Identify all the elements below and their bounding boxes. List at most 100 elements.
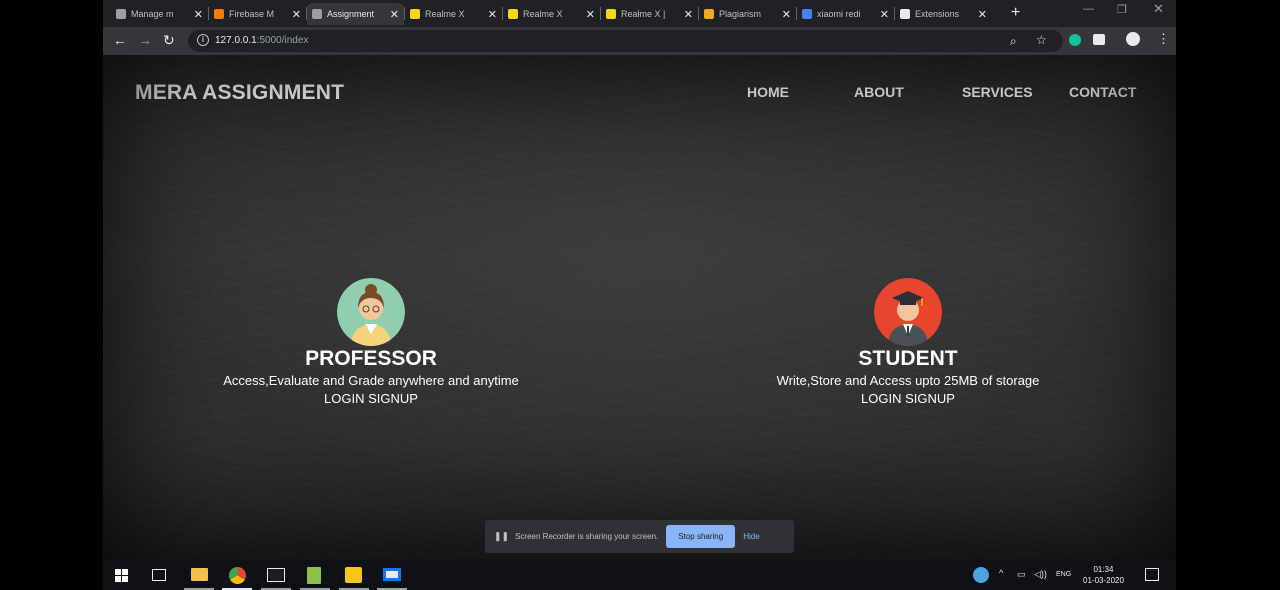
- site-brand[interactable]: MERA ASSIGNMENT: [135, 81, 344, 105]
- tab-close-icon[interactable]: ✕: [978, 8, 987, 21]
- nav-contact[interactable]: CONTACT: [1069, 84, 1136, 100]
- tray-chevron-icon[interactable]: ^: [999, 568, 1003, 578]
- tab-title: Plagiarism: [719, 9, 762, 19]
- tab-title: Extensions: [915, 9, 960, 19]
- student-login-link[interactable]: LOGIN: [861, 391, 901, 406]
- screen-share-bar: ❚❚ Screen Recorder is sharing your scree…: [485, 520, 794, 553]
- tab-separator: [502, 7, 503, 20]
- url-path: :5000/index: [256, 35, 309, 46]
- browser-tab[interactable]: Realme X | ✕: [601, 3, 698, 25]
- reload-icon[interactable]: ↻: [163, 32, 175, 49]
- tab-close-icon[interactable]: ✕: [488, 8, 497, 21]
- maximize-icon[interactable]: ❐: [1117, 3, 1127, 16]
- python-icon[interactable]: [345, 567, 362, 583]
- professor-title: PROFESSOR: [305, 347, 437, 370]
- screen: Manage m ✕ Firebase M ✕ Assignment ✕ Realme X ✕…: [103, 0, 1176, 590]
- professor-avatar-icon: [337, 278, 405, 346]
- tab-title: Assignment: [327, 9, 375, 19]
- tab-separator: [208, 7, 209, 20]
- terminal-icon[interactable]: [267, 568, 285, 582]
- close-window-icon[interactable]: ✕: [1153, 1, 1164, 17]
- start-menu-icon[interactable]: [115, 569, 128, 582]
- student-signup-link[interactable]: SIGNUP: [905, 391, 955, 406]
- professor-description: Access,Evaluate and Grade anywhere and a…: [223, 373, 519, 388]
- notepad-icon[interactable]: [307, 567, 321, 584]
- browser-tab[interactable]: Realme X ✕: [503, 3, 600, 25]
- realme-icon: [606, 9, 616, 19]
- grammarly-icon[interactable]: [1069, 34, 1081, 46]
- browser-tab[interactable]: Firebase M ✕: [209, 3, 306, 25]
- browser-tab[interactable]: Plagiarism ✕: [699, 3, 796, 25]
- tab-close-icon[interactable]: ✕: [880, 8, 889, 21]
- browser-toolbar: ← → ↻ i 127.0.0.1:5000/index ⌕ ☆ ⋮: [103, 27, 1176, 55]
- tab-close-icon[interactable]: ✕: [390, 8, 399, 21]
- google-icon: [802, 9, 812, 19]
- tab-title: Realme X: [523, 9, 563, 19]
- screen-recorder-icon[interactable]: [1093, 34, 1105, 45]
- student-links: LOGIN SIGNUP: [718, 390, 1098, 408]
- chrome-icon[interactable]: [229, 567, 246, 584]
- nav-about[interactable]: ABOUT: [854, 84, 904, 100]
- tab-separator: [894, 7, 895, 20]
- back-icon[interactable]: ←: [113, 32, 127, 48]
- tab-close-icon[interactable]: ✕: [586, 8, 595, 21]
- info-icon[interactable]: i: [197, 34, 209, 46]
- profile-avatar-icon[interactable]: [1126, 32, 1140, 46]
- address-bar[interactable]: i 127.0.0.1:5000/index ⌕ ☆: [188, 30, 1063, 52]
- forward-icon[interactable]: →: [138, 32, 152, 48]
- volume-icon[interactable]: ◁)): [1034, 569, 1047, 580]
- new-tab-button[interactable]: +: [1011, 4, 1020, 22]
- nav-services[interactable]: SERVICES: [962, 84, 1033, 100]
- browser-tab[interactable]: Assignment ✕: [307, 3, 404, 25]
- task-view-icon[interactable]: [152, 569, 166, 581]
- tab-title: xiaomi redi: [817, 9, 861, 19]
- menu-kebab-icon[interactable]: ⋮: [1157, 31, 1170, 47]
- firebase-icon: [214, 9, 224, 19]
- tab-close-icon[interactable]: ✕: [292, 8, 301, 21]
- bookmark-star-icon[interactable]: ☆: [1036, 33, 1047, 47]
- professor-login-link[interactable]: LOGIN: [324, 391, 364, 406]
- language-indicator[interactable]: ENG: [1056, 571, 1071, 578]
- stop-sharing-button[interactable]: Stop sharing: [666, 525, 736, 548]
- browser-tab[interactable]: xiaomi redi ✕: [797, 3, 894, 25]
- realme-icon: [508, 9, 518, 19]
- zoom-icon[interactable]: ⌕: [1010, 34, 1017, 49]
- professor-signup-link[interactable]: SIGNUP: [368, 391, 418, 406]
- tab-title: Realme X |: [621, 9, 666, 19]
- tab-separator: [600, 7, 601, 20]
- browser-tab[interactable]: Manage m ✕: [111, 3, 208, 25]
- nav-home[interactable]: HOME: [747, 84, 789, 100]
- student-avatar-icon: [874, 278, 942, 346]
- tab-separator: [796, 7, 797, 20]
- tab-strip: Manage m ✕ Firebase M ✕ Assignment ✕ Realme X ✕…: [103, 0, 1176, 27]
- minimize-icon[interactable]: —: [1083, 3, 1094, 15]
- url-host: 127.0.0.1: [215, 35, 257, 46]
- tab-separator: [306, 7, 307, 20]
- student-card: STUDENT Write,Store and Access upto 25MB…: [718, 278, 1098, 408]
- globe-icon: [312, 9, 322, 19]
- browser-tab[interactable]: Realme X ✕: [405, 3, 502, 25]
- windows-taskbar: ^ ▭ ◁)) ENG 01:34 01-03-2020: [103, 560, 1176, 590]
- browser-tab[interactable]: Extensions ✕: [895, 3, 992, 25]
- screen-recorder-app-icon[interactable]: [383, 568, 401, 581]
- professor-card: PROFESSOR Access,Evaluate and Grade anyw…: [181, 278, 561, 408]
- student-description: Write,Store and Access upto 25MB of stor…: [776, 373, 1040, 388]
- web-page: MERA ASSIGNMENT HOME ABOUT SERVICES CONT…: [103, 55, 1176, 560]
- battery-icon[interactable]: ▭: [1017, 569, 1026, 580]
- tab-close-icon[interactable]: ✕: [782, 8, 791, 21]
- taskbar-clock[interactable]: 01:34 01-03-2020: [1083, 564, 1124, 586]
- notifications-icon[interactable]: [1145, 568, 1159, 581]
- share-message: Screen Recorder is sharing your screen.: [515, 532, 659, 541]
- file-explorer-icon[interactable]: [191, 568, 208, 581]
- globe-icon: [116, 9, 126, 19]
- url-text[interactable]: 127.0.0.1:5000/index: [215, 35, 308, 46]
- tab-close-icon[interactable]: ✕: [194, 8, 203, 21]
- hide-share-bar-button[interactable]: Hide: [743, 532, 759, 541]
- tab-title: Realme X: [425, 9, 465, 19]
- help-icon[interactable]: [973, 567, 989, 583]
- realme-icon: [410, 9, 420, 19]
- tab-close-icon[interactable]: ✕: [684, 8, 693, 21]
- puzzle-icon: [900, 9, 910, 19]
- tab-separator: [404, 7, 405, 20]
- professor-links: LOGIN SIGNUP: [181, 390, 561, 408]
